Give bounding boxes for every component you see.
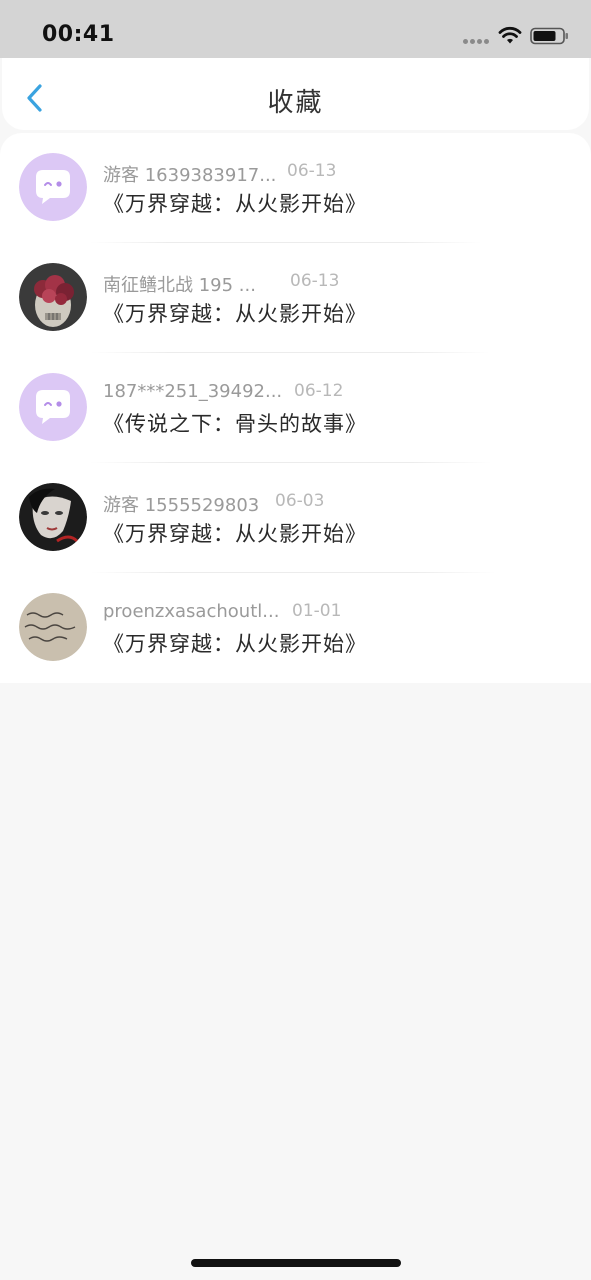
item-username: proenzxasachoutl... [103,601,280,622]
item-username: 游客 1639383917... [103,165,277,186]
list-item[interactable]: 南征鳝北战 195 ... 06-13 《万界穿越：从火影开始》 [0,243,591,353]
item-username: 187***251_39492... [103,381,283,402]
home-indicator [191,1259,401,1267]
default-chat-avatar-icon [19,153,87,221]
status-bar: 00:41 [0,0,591,58]
item-date: 06-03 [275,491,325,511]
favorites-list: 游客 1639383917... 06-13 《万界穿越：从火影开始》 南征鳝北… [0,133,591,683]
page-title: 收藏 [267,88,324,118]
item-date: 06-13 [287,161,337,181]
status-time: 00:41 [42,22,115,47]
list-item[interactable]: 游客 1639383917... 06-13 《万界穿越：从火影开始》 [0,133,591,243]
list-item[interactable]: 187***251_39492... 06-12 《传说之下：骨头的故事》 [0,353,591,463]
nav-bar: 收藏 [2,58,589,130]
item-title: 《万界穿越：从火影开始》 [103,632,367,656]
skull-roses-avatar [19,263,87,331]
list-item[interactable]: 游客 1555529803 06-03 《万界穿越：从火影开始》 [0,463,591,573]
item-date: 06-12 [294,381,344,401]
portrait-avatar [19,483,87,551]
signal-dots-icon [463,39,491,45]
item-title: 《传说之下：骨头的故事》 [103,412,367,436]
item-username: 南征鳝北战 195 ... [103,275,256,296]
item-date: 01-01 [292,601,342,621]
item-date: 06-13 [290,271,340,291]
handwriting-avatar [19,593,87,661]
item-title: 《万界穿越：从火影开始》 [103,192,367,216]
battery-icon [530,27,568,45]
item-username: 游客 1555529803 [103,495,260,516]
list-item[interactable]: proenzxasachoutl... 01-01 《万界穿越：从火影开始》 [0,573,591,683]
default-chat-avatar-icon [19,373,87,441]
item-title: 《万界穿越：从火影开始》 [103,302,367,326]
wifi-icon [498,26,522,44]
item-title: 《万界穿越：从火影开始》 [103,522,367,546]
